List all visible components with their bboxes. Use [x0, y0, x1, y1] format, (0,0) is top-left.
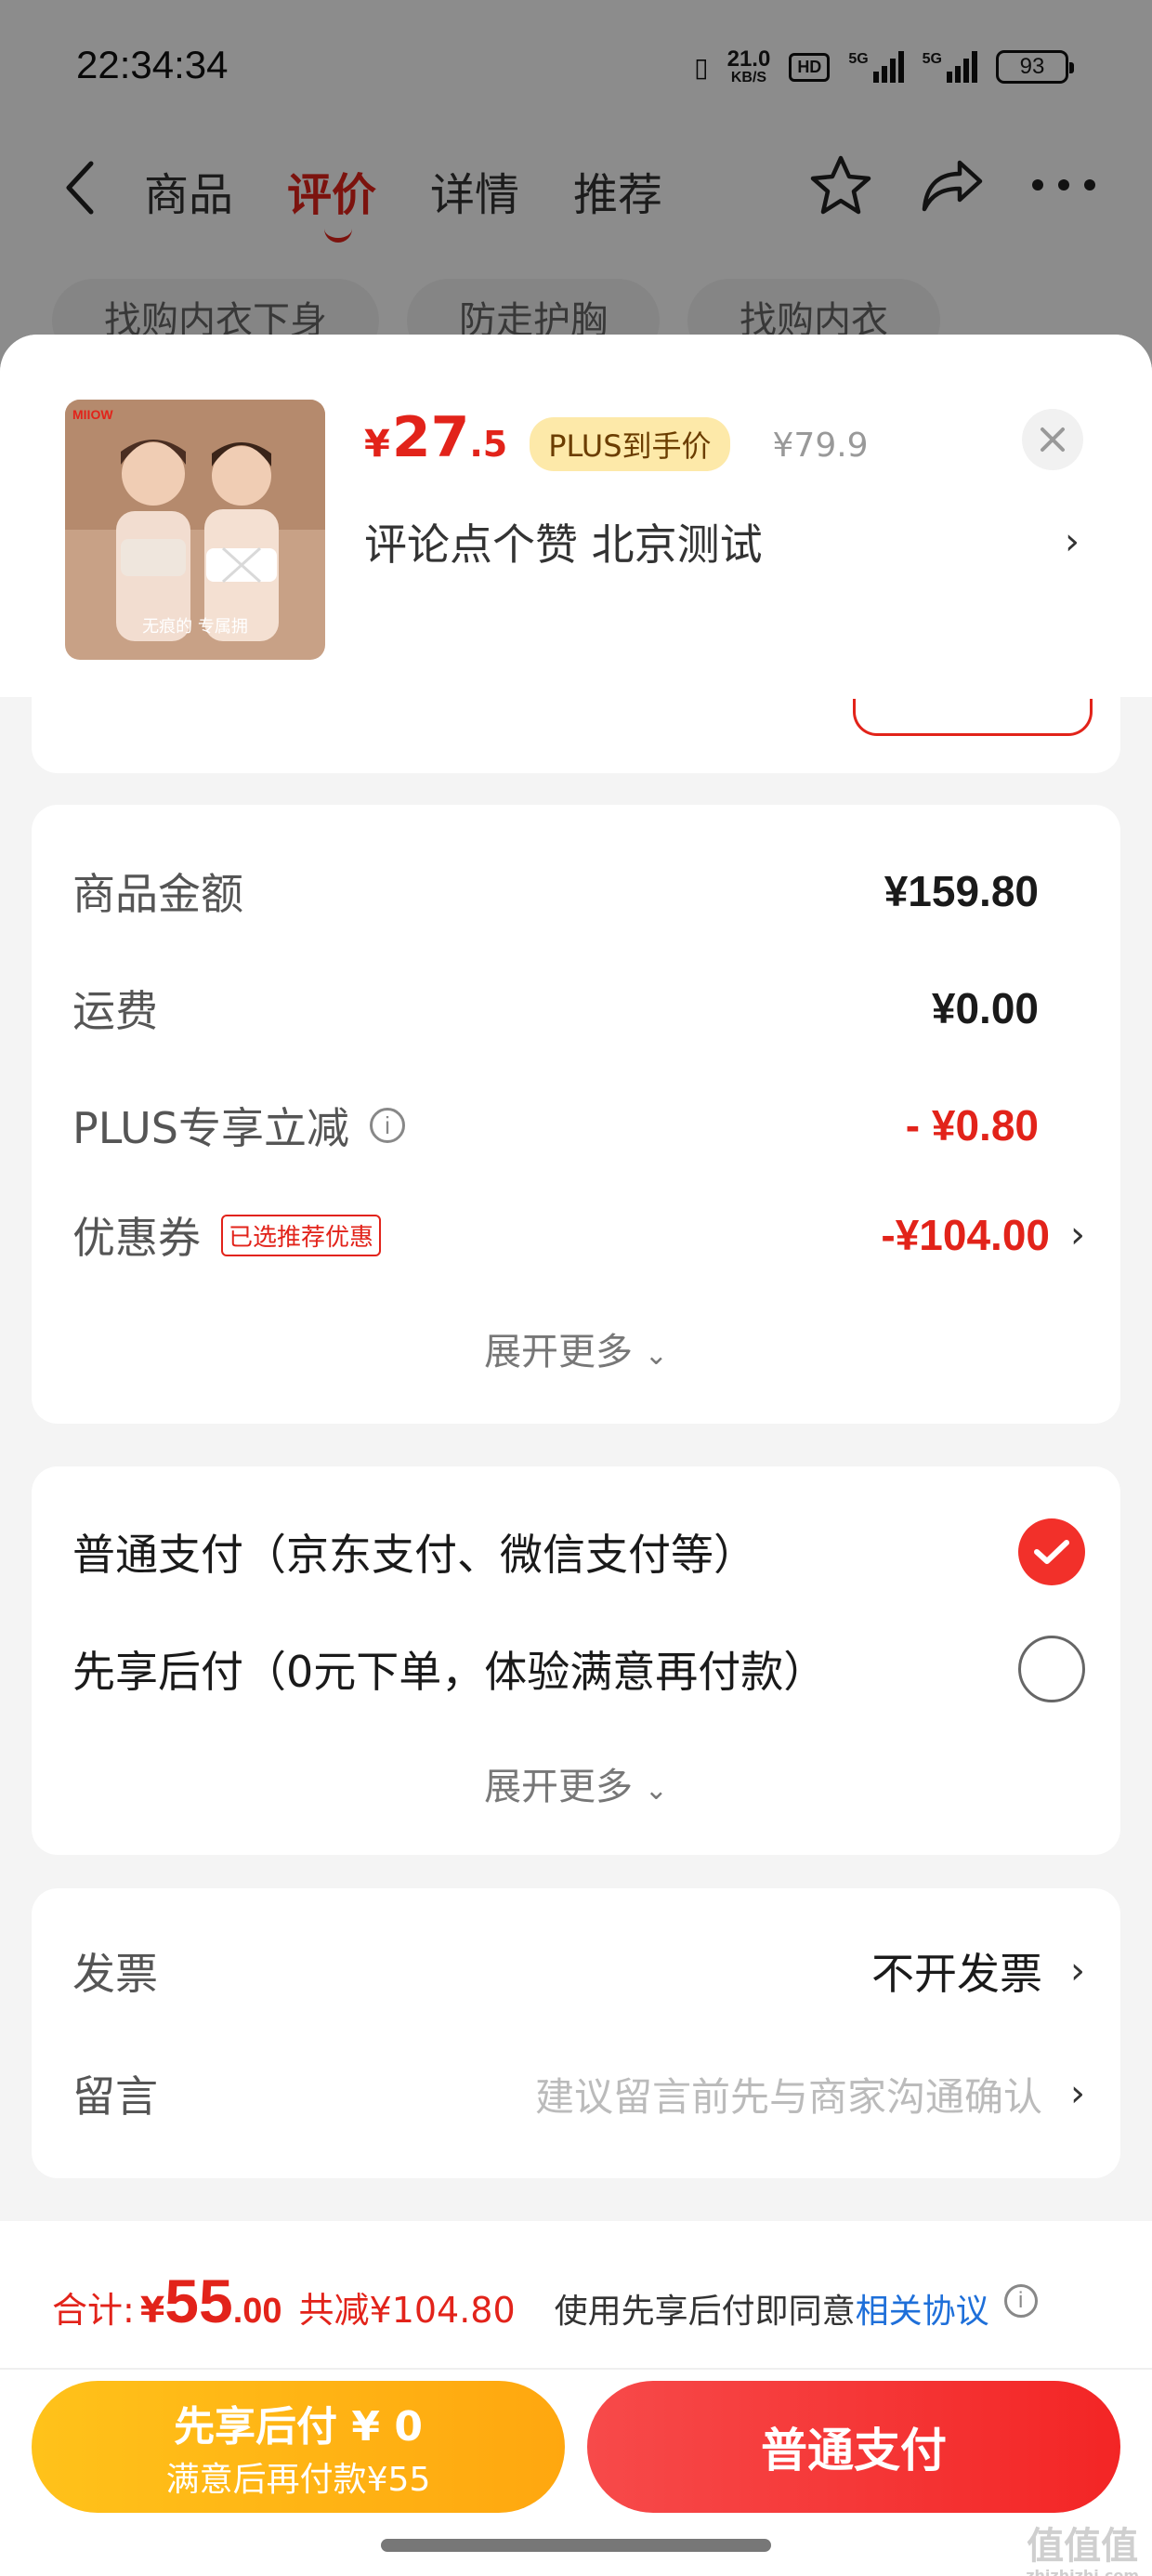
chevron-right-icon: › — [1070, 1214, 1085, 1256]
price-integer: 27 — [391, 405, 470, 470]
invoice-label: 发票 — [72, 1949, 158, 1999]
chevron-down-icon: ⌄ — [644, 1774, 668, 1807]
total-label: 合计: — [52, 2290, 135, 2331]
address-card-partial — [32, 688, 1120, 773]
info-icon[interactable]: i — [369, 1108, 405, 1143]
payment-option-label: 普通支付（京东支付、微信支付等） — [72, 1530, 756, 1580]
normal-pay-button[interactable]: 普通支付 — [587, 2381, 1120, 2513]
shipping-row: 运费 ¥0.00 — [72, 978, 1039, 1039]
invoice-message-card: 发票 不开发票 › 留言 建议留言前先与商家沟通确认 › — [32, 1888, 1120, 2178]
plus-discount-row: PLUS专享立减 i - ¥0.80 — [72, 1095, 1039, 1156]
payment-option-normal[interactable]: 普通支付（京东支付、微信支付等） — [72, 1518, 1085, 1585]
chevron-down-icon: ⌄ — [644, 1339, 668, 1372]
goods-amount-row: 商品金额 ¥159.80 — [72, 861, 1039, 922]
goods-amount-label: 商品金额 — [72, 869, 243, 919]
amount-summary-card: 商品金额 ¥159.80 运费 ¥0.00 PLUS专享立减 i - ¥0.80… — [32, 805, 1120, 1424]
plus-discount-value: - ¥0.80 — [905, 1101, 1039, 1150]
payment-method-card: 普通支付（京东支付、微信支付等） 先享后付（0元下单，体验满意再付款） 展开更多… — [32, 1466, 1120, 1855]
home-indicator[interactable] — [381, 2539, 771, 2552]
invoice-value: 不开发票 — [871, 1949, 1042, 1999]
shipping-label: 运费 — [72, 986, 158, 1036]
pay-later-button[interactable]: 先享后付 ¥ 0 满意后再付款¥55 — [32, 2381, 565, 2513]
invoice-row[interactable]: 发票 不开发票 › — [72, 1940, 1085, 2002]
plus-price-badge: PLUS到手价 — [530, 417, 730, 471]
coupon-row[interactable]: 优惠券 已选推荐优惠 -¥104.00 › — [72, 1204, 1085, 1266]
product-spec-row[interactable]: 评论点个赞 北京测试 › — [364, 511, 1080, 572]
divider — [0, 2368, 1152, 2370]
total-reduction: 共减¥104.80 — [298, 2290, 516, 2331]
brand-logo: MIIOW — [72, 407, 113, 422]
watermark-main: 值值值 — [1027, 2525, 1139, 2568]
chevron-right-icon: › — [1070, 1950, 1085, 1992]
watermark: 值值值 zhizhizhi.com — [1026, 2528, 1139, 2576]
product-thumbnail: MIIOW 无痕的 专属拥 — [65, 400, 325, 660]
plus-discount-label: PLUS专享立减 — [72, 1103, 349, 1153]
chevron-right-icon: › — [1070, 2072, 1085, 2115]
expand-more-label: 展开更多 — [484, 1331, 634, 1373]
radio-checked-icon[interactable] — [1018, 1518, 1085, 1585]
pay-later-sublabel: 满意后再付款¥55 — [165, 2461, 431, 2499]
payment-option-label: 先享后付（0元下单，体验满意再付款） — [72, 1647, 827, 1697]
checkout-action-bar: 合计: ¥ 55 .00 共减¥104.80 使用先享后付即同意 相关协议 i … — [0, 2221, 1152, 2576]
thumb-caption: 无痕的 专属拥 — [142, 617, 248, 637]
total-symbol: ¥ — [139, 2290, 165, 2331]
expand-more-amounts[interactable]: 展开更多 ⌄ — [32, 1321, 1120, 1375]
shipping-value: ¥0.00 — [931, 984, 1039, 1032]
radio-unchecked-icon[interactable] — [1018, 1636, 1085, 1702]
price-decimal: .5 — [469, 424, 508, 465]
expand-more-label: 展开更多 — [484, 1766, 634, 1808]
message-input[interactable]: 建议留言前先与商家沟通确认 — [535, 2066, 1042, 2123]
original-price: ¥79.9 — [772, 427, 869, 465]
info-icon[interactable]: i — [1003, 2284, 1038, 2318]
total-decimal: .00 — [232, 2292, 282, 2331]
modal-overlay[interactable] — [0, 0, 1152, 390]
coupon-tag: 已选推荐优惠 — [221, 1214, 382, 1256]
total-row: 合计: ¥ 55 .00 共减¥104.80 使用先享后付即同意 相关协议 i — [52, 2266, 1102, 2336]
message-label: 留言 — [72, 2071, 158, 2122]
close-button[interactable] — [1022, 409, 1083, 470]
coupon-value: -¥104.00 — [881, 1211, 1050, 1259]
coupon-label: 优惠券 — [72, 1213, 201, 1263]
total-integer: 55 — [164, 2267, 233, 2335]
payment-option-paylater[interactable]: 先享后付（0元下单，体验满意再付款） — [72, 1636, 1085, 1702]
price-row: ¥ 27 .5 PLUS到手价 ¥79.9 — [364, 405, 869, 471]
price-symbol: ¥ — [364, 423, 390, 466]
watermark-sub: zhizhizhi.com — [1026, 2567, 1139, 2576]
goods-amount-value: ¥159.80 — [884, 867, 1039, 915]
agreement-link[interactable]: 相关协议 — [856, 2284, 989, 2333]
agreement-text: 使用先享后付即同意 — [554, 2293, 856, 2331]
sheet-header: MIIOW 无痕的 专属拥 ¥ 27 .5 PLUS到手价 ¥79.9 评论点个… — [0, 335, 1152, 697]
message-row[interactable]: 留言 建议留言前先与商家沟通确认 › — [72, 2063, 1085, 2124]
partial-button-outline — [853, 699, 1093, 736]
chevron-right-icon: › — [1065, 520, 1080, 563]
close-icon — [1041, 427, 1065, 452]
expand-more-payment[interactable]: 展开更多 ⌄ — [32, 1756, 1120, 1810]
product-name: 评论点个赞 北京测试 — [364, 519, 763, 570]
pay-later-label: 先享后付 ¥ 0 — [174, 2403, 423, 2451]
